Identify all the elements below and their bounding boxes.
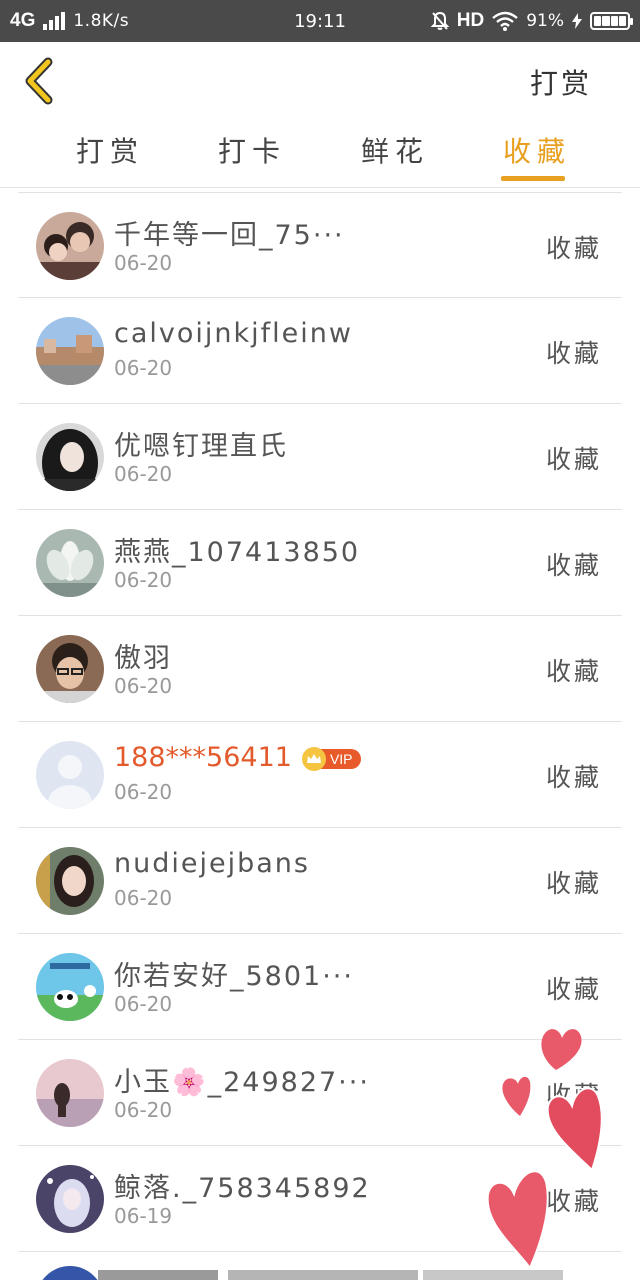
avatar	[36, 1059, 104, 1127]
user-name: 燕燕_107413850	[114, 537, 361, 568]
action-label: 收藏	[545, 657, 602, 686]
list-item[interactable]: calvoijnkjfleinw 06-20 收藏	[18, 298, 622, 404]
tab-checkin[interactable]: 打卡	[212, 130, 292, 182]
action-label: 收藏	[545, 975, 602, 1004]
user-name: calvoijnkjfleinw	[114, 318, 353, 349]
back-button[interactable]	[20, 56, 68, 106]
favorites-list: 千年等一回_75··· 06-20 收藏 calvoijnkjfleinw 06…	[18, 192, 622, 1252]
action-label: 收藏	[545, 869, 602, 898]
tab-flowers[interactable]: 鲜花	[355, 130, 435, 182]
top-bar: 打赏	[0, 42, 640, 122]
date: 06-20	[114, 780, 173, 804]
action-label: 收藏	[545, 763, 602, 792]
reward-button[interactable]: 打赏	[530, 62, 592, 102]
date: 06-20	[114, 674, 173, 698]
action-label: 收藏	[545, 339, 602, 368]
list-item[interactable]: 188***56411 VIP 06-20 收藏	[18, 722, 622, 828]
vip-badge: VIP	[301, 746, 361, 771]
list-item[interactable]: 你若安好_5801··· 06-20 收藏	[18, 934, 622, 1040]
list-item[interactable]: nudiejejbans 06-20 收藏	[18, 828, 622, 934]
user-name: 优嗯钉理直氏	[114, 431, 288, 462]
date: 06-19	[114, 1204, 173, 1228]
list-item-partial[interactable]	[18, 1248, 622, 1280]
list-item[interactable]: 燕燕_107413850 06-20 收藏	[18, 510, 622, 616]
chevron-left-icon	[25, 57, 53, 105]
user-name-text: 188***56411	[114, 742, 292, 773]
action-label: 收藏	[545, 445, 602, 474]
battery-percent: 91%	[526, 11, 564, 31]
avatar	[36, 529, 104, 597]
avatar	[36, 635, 104, 703]
list-item[interactable]: 鲸落._758345892 06-19 收藏	[18, 1146, 622, 1252]
avatar	[36, 1165, 104, 1233]
avatar	[36, 317, 104, 385]
avatar	[36, 847, 104, 915]
action-label: 收藏	[545, 551, 602, 580]
user-name: 鲸落._758345892	[114, 1173, 371, 1204]
battery-icon	[590, 12, 633, 30]
date: 06-20	[114, 568, 173, 592]
list-item[interactable]: 小玉🌸_249827··· 06-20 收藏	[18, 1040, 622, 1146]
date: 06-20	[114, 356, 173, 380]
date: 06-20	[114, 251, 173, 275]
user-name: 188***56411 VIP	[114, 742, 361, 773]
date: 06-20	[114, 462, 173, 486]
action-label: 收藏	[545, 234, 602, 263]
tab-favorites[interactable]: 收藏	[497, 130, 577, 182]
action-label: 收藏	[545, 1081, 602, 1110]
status-bar: 4G 1.8K/s 19:11 HD 91%	[0, 0, 640, 42]
date: 06-20	[114, 992, 173, 1016]
user-name: 傲羽	[114, 643, 172, 674]
crown-icon	[301, 746, 326, 771]
wifi-icon	[492, 11, 518, 31]
mute-bell-icon	[430, 11, 449, 30]
avatar	[36, 212, 104, 280]
list-item[interactable]: 优嗯钉理直氏 06-20 收藏	[18, 404, 622, 510]
status-right: HD 91%	[430, 0, 633, 42]
avatar	[36, 423, 104, 491]
avatar	[36, 741, 104, 809]
active-tab-indicator	[501, 176, 565, 181]
date: 06-20	[114, 1098, 173, 1122]
list-item[interactable]: 傲羽 06-20 收藏	[18, 616, 622, 722]
user-name: 你若安好_5801···	[114, 961, 354, 992]
hd-indicator: HD	[456, 10, 485, 31]
action-label: 收藏	[545, 1187, 602, 1216]
charging-bolt-icon	[572, 13, 582, 29]
user-name: 小玉🌸_249827···	[114, 1067, 370, 1098]
date: 06-20	[114, 886, 173, 910]
avatar	[36, 953, 104, 1021]
list-item[interactable]: 千年等一回_75··· 06-20 收藏	[18, 192, 622, 298]
user-name: nudiejejbans	[114, 848, 310, 879]
user-name: 千年等一回_75···	[114, 220, 345, 251]
tab-reward[interactable]: 打赏	[70, 130, 150, 182]
